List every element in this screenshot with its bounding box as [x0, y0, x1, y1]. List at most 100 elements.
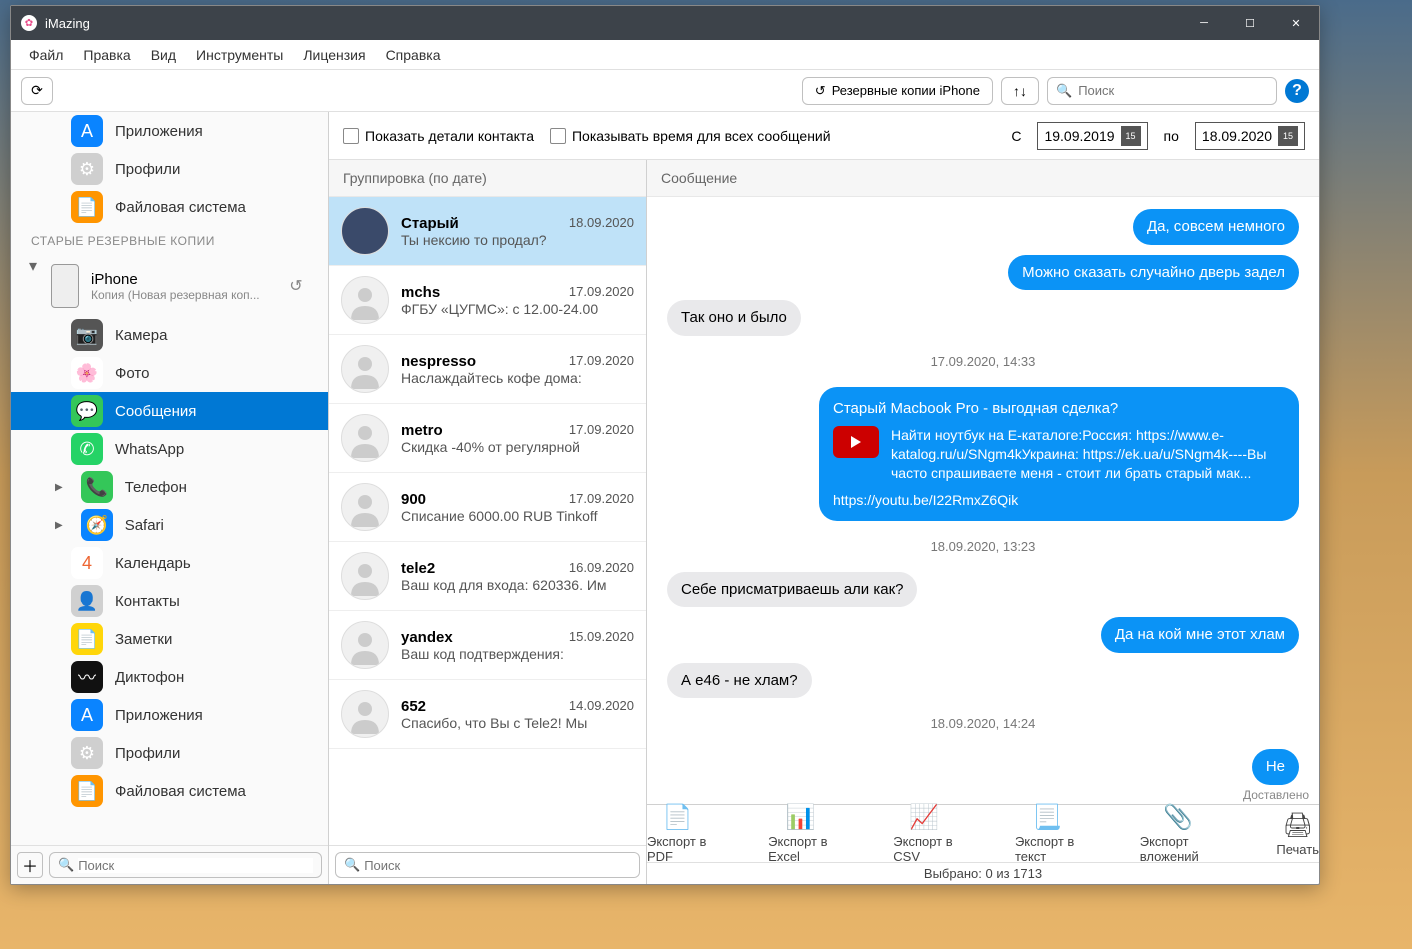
from-date-input[interactable]: 19.09.2019 15: [1037, 122, 1147, 150]
menu-tools[interactable]: Инструменты: [186, 43, 293, 67]
conv-date: 17.09.2020: [569, 422, 634, 439]
export-pdf[interactable]: 📄Экспорт в PDF: [647, 803, 708, 864]
history-icon: ↺: [815, 83, 826, 99]
search-input[interactable]: [1078, 83, 1268, 98]
export-attach[interactable]: 📎Экспорт вложений: [1140, 803, 1217, 864]
csv-icon: 📈: [909, 803, 939, 832]
messages-list[interactable]: Да, совсем немного Можно сказать случайно…: [647, 197, 1319, 786]
sidebar-item[interactable]: 📄Заметки: [11, 620, 328, 658]
sidebar-item[interactable]: 4 Календарь: [11, 544, 328, 582]
avatar: [341, 690, 389, 738]
message-bubble[interactable]: Так оно и было: [667, 300, 801, 336]
search-icon: 🔍: [1056, 83, 1072, 99]
youtube-icon: [833, 426, 879, 458]
app-icon: 〰: [71, 661, 103, 693]
close-button[interactable]: ✕: [1273, 6, 1319, 40]
to-label: по: [1164, 128, 1179, 144]
sidebar: AПриложения⚙Профили📄Файловая системаСТАР…: [11, 112, 329, 884]
sidebar-search-input[interactable]: [78, 858, 313, 873]
sidebar-item[interactable]: ▶🧭Safari: [11, 506, 328, 544]
conv-search-input[interactable]: [364, 858, 631, 873]
conversation-item[interactable]: Старый18.09.2020Ты нексию то продал?: [329, 197, 646, 266]
conv-date: 17.09.2020: [569, 284, 634, 301]
maximize-button[interactable]: ☐: [1227, 6, 1273, 40]
menu-license[interactable]: Лицензия: [293, 43, 375, 67]
sidebar-item[interactable]: AПриложения: [11, 112, 328, 150]
menu-view[interactable]: Вид: [141, 43, 186, 67]
help-button[interactable]: ?: [1285, 79, 1309, 103]
print[interactable]: 🖨Печать: [1276, 811, 1319, 857]
sidebar-item[interactable]: ⚙Профили: [11, 734, 328, 772]
to-date-input[interactable]: 18.09.2020 15: [1195, 122, 1305, 150]
refresh-button[interactable]: ⟳: [21, 77, 53, 105]
calendar-icon: 15: [1278, 126, 1298, 146]
conv-preview: Ты нексию то продал?: [401, 232, 634, 248]
app-icon: 4: [71, 547, 103, 579]
sidebar-item[interactable]: ✆WhatsApp: [11, 430, 328, 468]
sidebar-list[interactable]: AПриложения⚙Профили📄Файловая системаСТАР…: [11, 112, 328, 845]
sidebar-item[interactable]: 🌸Фото: [11, 354, 328, 392]
sidebar-search[interactable]: 🔍: [49, 852, 322, 878]
message-bubble[interactable]: А е46 - не хлам?: [667, 663, 812, 699]
show-time-checkbox[interactable]: Показывать время для всех сообщений: [550, 128, 831, 144]
message-bubble[interactable]: Не: [1252, 749, 1299, 785]
message-bubble-rich[interactable]: Старый Macbook Pro - выгодная сделка? На…: [819, 387, 1299, 521]
menu-file[interactable]: Файл: [19, 43, 73, 67]
export-excel[interactable]: 📊Экспорт в Excel: [768, 803, 833, 864]
backup-button[interactable]: ↺ Резервные копии iPhone: [802, 77, 993, 105]
menu-help[interactable]: Справка: [376, 43, 451, 67]
from-label: С: [1011, 128, 1021, 144]
message-bubble[interactable]: Да на кой мне этот хлам: [1101, 617, 1299, 653]
sidebar-item-label: Календарь: [115, 555, 191, 572]
conv-preview: Ваш код для входа: 620336. Им: [401, 577, 634, 593]
search-icon: 🔍: [344, 857, 360, 873]
conversation-list[interactable]: Старый18.09.2020Ты нексию то продал?mchs…: [329, 197, 646, 845]
chevron-down-icon[interactable]: ▾: [29, 256, 37, 276]
conv-group-header[interactable]: Группировка (по дате): [329, 160, 646, 197]
search-box[interactable]: 🔍: [1047, 77, 1277, 105]
sidebar-item-label: Контакты: [115, 593, 180, 610]
sidebar-item[interactable]: 👤Контакты: [11, 582, 328, 620]
sidebar-device[interactable]: iPhone Копия (Новая резервная коп... ↺: [11, 256, 328, 316]
sidebar-item[interactable]: 📄Файловая система: [11, 188, 328, 226]
time-separator: 18.09.2020, 13:23: [667, 539, 1299, 554]
sidebar-item[interactable]: ⚙Профили: [11, 150, 328, 188]
sidebar-item[interactable]: ▶📞Телефон: [11, 468, 328, 506]
message-bubble[interactable]: Себе присматриваешь али как?: [667, 572, 917, 608]
app-icon: 📄: [71, 623, 103, 655]
conversation-item[interactable]: 65214.09.2020Спасибо, что Вы с Tele2! Мы: [329, 680, 646, 749]
menu-edit[interactable]: Правка: [73, 43, 140, 67]
conversation-item[interactable]: mchs17.09.2020ФГБУ «ЦУГМС»: с 12.00-24.0…: [329, 266, 646, 335]
sidebar-item[interactable]: 〰 Диктофон: [11, 658, 328, 696]
show-contact-checkbox[interactable]: Показать детали контакта: [343, 128, 534, 144]
conv-search[interactable]: 🔍: [335, 852, 640, 878]
conversation-item[interactable]: metro17.09.2020Скидка -40% от регулярной: [329, 404, 646, 473]
conversation-item[interactable]: tele216.09.2020Ваш код для входа: 620336…: [329, 542, 646, 611]
sidebar-item[interactable]: AПриложения: [11, 696, 328, 734]
add-button[interactable]: ＋: [17, 852, 43, 878]
export-csv[interactable]: 📈Экспорт в CSV: [893, 803, 955, 864]
message-bubble[interactable]: Да, совсем немного: [1133, 209, 1299, 245]
conversation-item[interactable]: 90017.09.2020Списание 6000.00 RUB Tinkof…: [329, 473, 646, 542]
history-icon[interactable]: ↺: [284, 274, 308, 298]
device-sub: Копия (Новая резервная коп...: [91, 288, 272, 302]
export-text[interactable]: 📃Экспорт в текст: [1015, 803, 1080, 864]
conversation-item[interactable]: nespresso17.09.2020Наслаждайтесь кофе до…: [329, 335, 646, 404]
sidebar-item-label: Фото: [115, 365, 149, 382]
status-bar: Выбрано: 0 из 1713: [647, 862, 1319, 884]
checkbox-icon: [550, 128, 566, 144]
app-window: ✿ iMazing ─ ☐ ✕ Файл Правка Вид Инструме…: [10, 5, 1320, 885]
message-bubble[interactable]: Можно сказать случайно дверь задел: [1008, 255, 1299, 291]
rich-title: Старый Macbook Pro - выгодная сделка?: [833, 399, 1285, 419]
sidebar-item-label: Диктофон: [115, 669, 184, 686]
sidebar-item[interactable]: 💬Сообщения: [11, 392, 328, 430]
conv-preview: Спасибо, что Вы с Tele2! Мы: [401, 715, 634, 731]
chevron-right-icon: ▶: [55, 520, 69, 531]
sidebar-item[interactable]: 📄Файловая система: [11, 772, 328, 810]
sidebar-item[interactable]: 📷Камера: [11, 316, 328, 354]
sort-button[interactable]: ↑↓: [1001, 77, 1039, 105]
minimize-button[interactable]: ─: [1181, 6, 1227, 40]
conversation-item[interactable]: yandex15.09.2020Ваш код подтверждения:: [329, 611, 646, 680]
conversation-list-wrap: Группировка (по дате) Старый18.09.2020Ты…: [329, 160, 647, 884]
sidebar-section-header: СТАРЫЕ РЕЗЕРВНЫЕ КОПИИ: [11, 226, 328, 256]
